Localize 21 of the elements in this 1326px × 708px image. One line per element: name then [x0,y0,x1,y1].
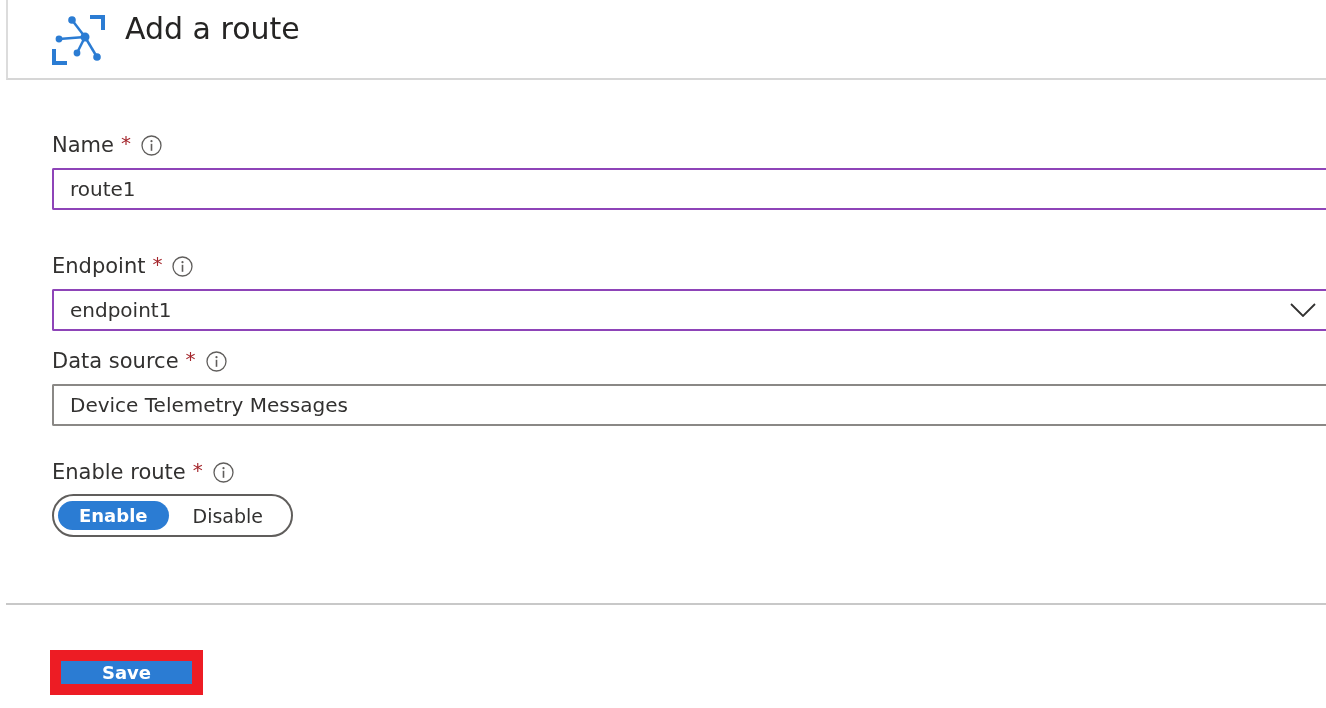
toggle-option[interactable]: Disable [168,501,287,530]
field-label: Enable route [52,460,186,484]
text-field[interactable]: route1 [52,168,1326,210]
text-field[interactable]: Device Telemetry Messages [52,384,1326,426]
field-label: Endpoint [52,254,146,278]
field-label: Name [52,133,114,157]
chevron-down-icon [1290,303,1316,317]
info-icon[interactable] [205,350,227,372]
required-mark: * [120,133,131,153]
info-icon[interactable] [212,461,234,483]
network-nodes-icon [52,14,106,66]
save-button[interactable]: Save [61,661,192,684]
required-mark: * [192,460,203,480]
dropdown-field[interactable]: endpoint1 [52,289,1326,331]
toggle-option[interactable]: Enable [58,501,169,530]
info-icon[interactable] [140,134,162,156]
field-label: Data source [52,349,179,373]
page-title: Add a route [125,11,300,47]
required-mark: * [185,349,196,369]
info-icon[interactable] [172,255,194,277]
required-mark: * [152,254,163,274]
